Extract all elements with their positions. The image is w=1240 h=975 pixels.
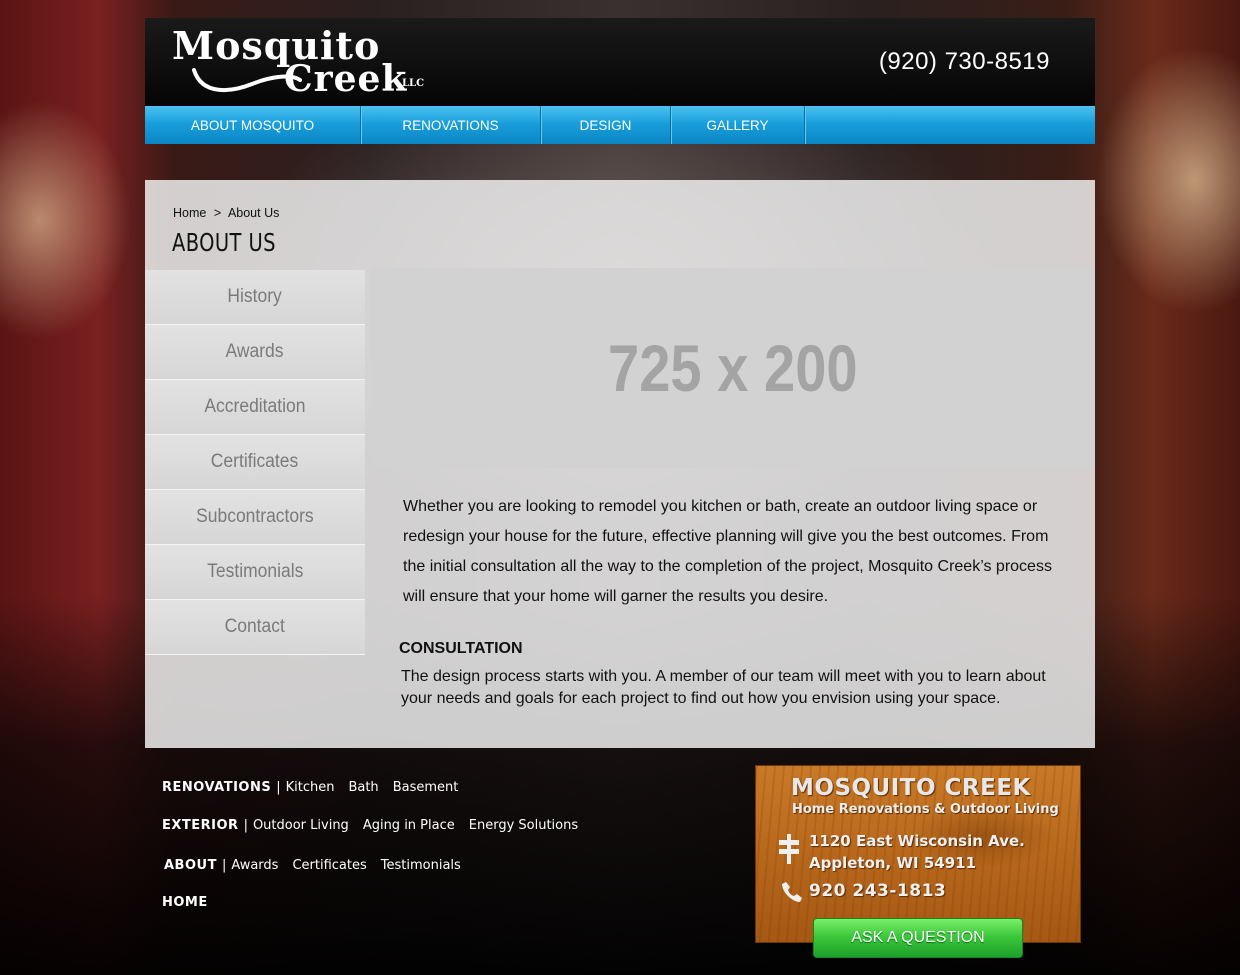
side-menu-label: Testimonials	[206, 561, 304, 582]
footer-head-home[interactable]: HOME	[162, 895, 208, 910]
side-menu-item-accreditation[interactable]: Accreditation	[145, 380, 365, 435]
nav-item-gallery[interactable]: GALLERY	[671, 106, 805, 144]
breadcrumb-separator: >	[213, 206, 222, 220]
footer-link-kitchen[interactable]: Kitchen	[286, 780, 335, 795]
breadcrumb: Home > About Us	[173, 206, 283, 220]
side-menu-item-awards[interactable]: Awards	[145, 325, 365, 380]
footer-row-about: ABOUT | Awards Certificates Testimonials	[164, 858, 475, 873]
placeholder-text: 725 x 200	[607, 331, 858, 405]
signpost-icon	[779, 834, 799, 864]
side-menu-label: Awards	[226, 341, 284, 362]
footer-link-certificates[interactable]: Certificates	[292, 858, 366, 873]
section-heading: CONSULTATION	[399, 640, 523, 657]
card-phone[interactable]: 920 243-1813	[809, 881, 946, 901]
side-menu-label: Contact	[224, 616, 286, 637]
ask-a-question-button[interactable]: ASK A QUESTION	[813, 918, 1023, 958]
contact-card: MOSQUITO CREEK Home Renovations & Outdoo…	[755, 765, 1081, 943]
logo-line2: Creek	[284, 58, 408, 100]
card-title: MOSQUITO CREEK	[791, 775, 1031, 801]
card-address: 1120 East Wisconsin Ave. Appleton, WI 54…	[809, 830, 1025, 874]
card-subtitle: Home Renovations & Outdoor Living	[792, 802, 1059, 817]
footer-link-basement[interactable]: Basement	[393, 780, 459, 795]
footer-separator: |	[243, 818, 248, 833]
phone-icon	[782, 882, 802, 902]
side-menu-label: Subcontractors	[196, 506, 314, 527]
logo-suffix: LLC	[402, 78, 425, 89]
page-title: ABOUT US	[172, 228, 276, 257]
footer-row-home: HOME	[162, 895, 208, 910]
image-placeholder: 725 x 200	[370, 268, 1095, 468]
side-menu-item-history[interactable]: History	[145, 270, 365, 325]
footer-head-renovations[interactable]: RENOVATIONS	[162, 780, 271, 795]
footer-link-awards[interactable]: Awards	[231, 858, 278, 873]
footer-link-outdoor-living[interactable]: Outdoor Living	[253, 818, 349, 833]
mosquito-creek-logo[interactable]: Mosquito Creek LLC	[172, 26, 432, 100]
footer-separator: |	[276, 780, 281, 795]
nav-item-renovations[interactable]: RENOVATIONS	[361, 106, 541, 144]
side-menu-label: Accreditation	[204, 396, 306, 417]
side-menu-item-subcontractors[interactable]: Subcontractors	[145, 490, 365, 545]
site-header: Mosquito Creek LLC (920) 730-8519	[145, 18, 1095, 106]
footer-link-testimonials[interactable]: Testimonials	[381, 858, 461, 873]
address-line1: 1120 East Wisconsin Ave.	[809, 832, 1025, 850]
footer-link-energy-solutions[interactable]: Energy Solutions	[469, 818, 578, 833]
footer-link-bath[interactable]: Bath	[348, 780, 378, 795]
nav-item-about-mosquito[interactable]: ABOUT MOSQUITO	[145, 106, 361, 144]
nav-item-design[interactable]: DESIGN	[541, 106, 671, 144]
footer-link-aging-in-place[interactable]: Aging in Place	[363, 818, 455, 833]
side-menu-label: History	[227, 286, 283, 307]
address-line2: Appleton, WI 54911	[809, 854, 977, 872]
footer-separator: |	[221, 858, 227, 873]
footer-head-exterior[interactable]: EXTERIOR	[162, 818, 239, 833]
side-menu-item-testimonials[interactable]: Testimonials	[145, 545, 365, 600]
header-phone: (920) 730-8519	[878, 48, 1050, 75]
intro-paragraph: Whether you are looking to remodel you k…	[403, 498, 1052, 605]
content-panel: Home > About Us ABOUT US History Awards …	[145, 180, 1095, 748]
breadcrumb-current: About Us	[227, 206, 280, 220]
side-menu-label: Certificates	[211, 451, 299, 472]
side-menu: History Awards Accreditation Certificate…	[145, 270, 365, 655]
side-menu-item-certificates[interactable]: Certificates	[145, 435, 365, 490]
footer-row-renovations: RENOVATIONS | Kitchen Bath Basement	[162, 780, 472, 795]
side-menu-item-contact[interactable]: Contact	[145, 600, 365, 655]
section-paragraph: The design process starts with you. A me…	[401, 668, 1046, 707]
footer-head-about[interactable]: ABOUT	[164, 858, 217, 873]
breadcrumb-home-link[interactable]: Home	[173, 206, 206, 220]
main-nav: ABOUT MOSQUITO RENOVATIONS DESIGN GALLER…	[145, 106, 1095, 144]
footer-row-exterior: EXTERIOR | Outdoor Living Aging in Place Ene…	[162, 818, 592, 833]
